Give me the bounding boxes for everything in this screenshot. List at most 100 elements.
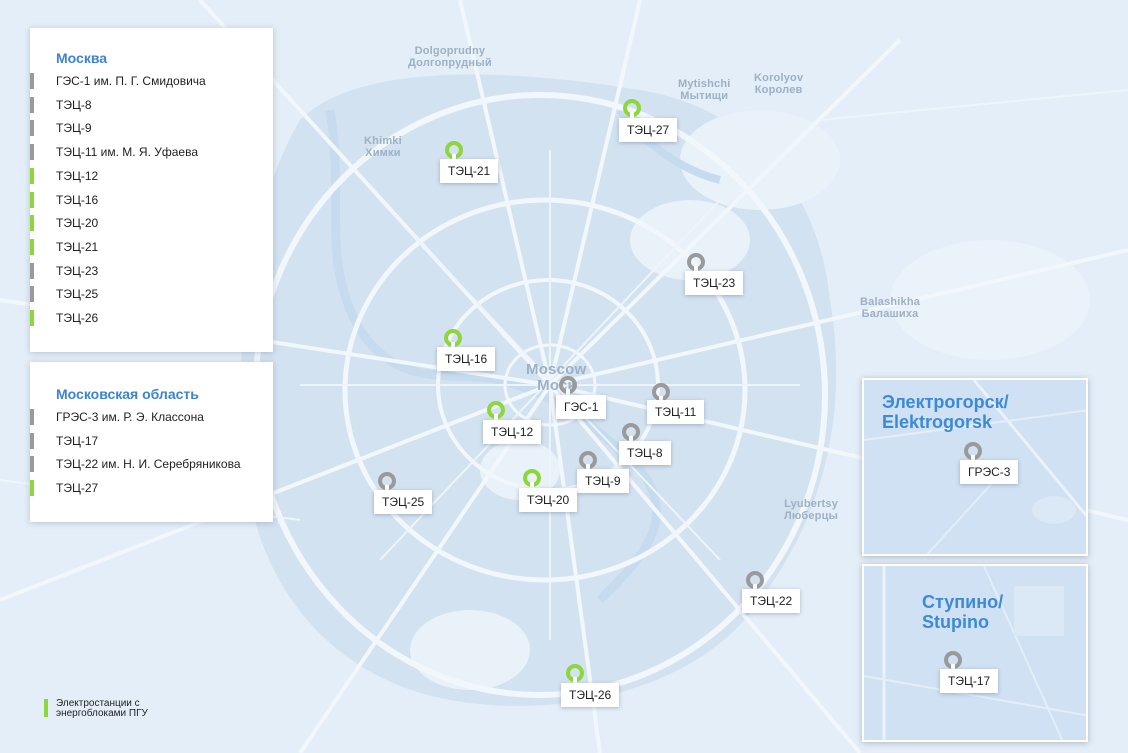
station-list-label: ГРЭС-3 им. Р. Э. Классона [56,410,204,424]
inset-elektrogorsk-title: Электрогорск/ Elektrogorsk [882,392,1009,432]
inset-station-label[interactable]: ТЭЦ-17 [940,669,999,693]
ccgt-indicator [30,191,34,208]
legend-ccgt-swatch [44,699,48,717]
power-plant-marker-icon[interactable] [943,650,963,670]
inset-title-ru: Ступино/ [922,592,1004,612]
power-plant-marker-icon[interactable] [522,468,542,488]
city-label-ru: Люберцы [784,510,839,522]
city-label-en: Balashikha [860,296,921,308]
city-label-balashikha: Balashikha Балашиха [860,296,920,320]
station-list-label: ТЭЦ-9 [56,121,92,136]
city-label-en: Khimki [364,135,402,147]
inset-title-ru: Электрогорск/ [882,392,1009,412]
city-label-lyubertsy: Lyubertsy Люберцы [784,498,838,522]
city-label-dolgoprudny: Dolgoprudny Долгопрудный [408,45,492,69]
power-plant-marker-icon[interactable] [565,663,585,683]
power-plant-marker-icon[interactable] [622,98,642,118]
station-label-tec-12[interactable]: ТЭЦ-12 [483,420,542,444]
station-indicator [30,409,34,425]
station-list-label: ТЭЦ-17 [56,433,99,448]
ccgt-indicator [30,238,34,255]
power-plant-marker-icon[interactable] [444,140,464,160]
station-list-item[interactable]: ГЭС-1 им. П. Г. Смидовича [30,71,206,91]
city-label-ru: Химки [365,147,401,159]
ccgt-indicator [30,167,34,184]
station-indicator [30,120,34,137]
station-list-item[interactable]: ТЭЦ-23 [30,261,98,281]
city-label-ru: Долгопрудный [408,57,492,69]
inset-stupino-title: Ступино/ Stupino [922,592,1003,632]
power-plant-marker-icon[interactable] [686,252,706,272]
station-indicator [30,456,34,473]
station-list-label: ТЭЦ-20 [56,216,99,231]
station-list-item[interactable]: ТЭЦ-27 [30,478,98,498]
station-list-label: ТЭЦ-25 [56,287,99,302]
power-plant-marker-icon[interactable] [558,375,578,395]
city-label-en: Lyubertsy [784,498,839,510]
station-list-label: ГЭС-1 им. П. Г. Смидовича [56,74,206,88]
station-list-label: ТЭЦ-27 [56,481,99,496]
station-label-tec-16[interactable]: ТЭЦ-16 [437,347,496,371]
inset-title-en: Elektrogorsk [882,412,993,432]
city-label-en: Korolyov [754,72,804,84]
inset-elektrogorsk[interactable]: Электрогорск/ Elektrogorsk ГРЭС-3 [862,378,1088,556]
station-list-label: ТЭЦ-23 [56,263,99,278]
station-label-tec-23[interactable]: ТЭЦ-23 [685,271,744,295]
ccgt-indicator [30,480,34,497]
city-label-ru: Балашиха [861,308,919,320]
inset-title-en: Stupino [922,612,989,632]
station-label-tec-25[interactable]: ТЭЦ-25 [374,490,433,514]
power-plant-marker-icon[interactable] [621,422,641,442]
station-list-item[interactable]: ТЭЦ-25 [30,284,98,304]
station-list-label: ТЭЦ-21 [56,239,99,254]
station-list-item[interactable]: ТЭЦ-17 [30,431,98,451]
power-plant-marker-icon[interactable] [443,328,463,348]
power-plant-marker-icon[interactable] [377,471,397,491]
panel-moscow-title: Москва [56,50,108,66]
station-list-item[interactable]: ТЭЦ-9 [30,118,92,138]
station-indicator [30,432,34,449]
station-label-tec-21[interactable]: ТЭЦ-21 [440,159,499,183]
panel-moscow: Москва ГЭС-1 им. П. Г. Смидовича ТЭЦ-8 ТЭЦ… [30,28,273,352]
city-label-mytishchi: Mytishchi Мытищи [678,78,731,102]
station-label-tec-26[interactable]: ТЭЦ-26 [561,683,620,707]
station-label-tec-8[interactable]: ТЭЦ-8 [619,441,671,465]
station-list-label: ТЭЦ-26 [56,311,99,325]
station-list-item[interactable]: ТЭЦ-8 [30,95,92,115]
power-plant-marker-icon[interactable] [745,570,765,590]
station-list-item[interactable]: ТЭЦ-20 [30,213,98,233]
power-plant-marker-icon[interactable] [651,382,671,402]
station-label-tec-11[interactable]: ТЭЦ-11 [647,400,705,424]
inset-station-label[interactable]: ГРЭС-3 [960,460,1019,484]
station-list-item[interactable]: ТЭЦ-16 [30,190,98,210]
station-indicator [30,262,34,279]
station-list-item[interactable]: ТЭЦ-22 им. Н. И. Серебряникова [30,454,241,474]
panel-region-title: Московская область [56,386,199,402]
station-list-item[interactable]: ТЭЦ-21 [30,237,98,257]
ccgt-indicator [30,310,34,326]
station-label-ges-1[interactable]: ГЭС-1 [556,395,607,419]
station-list-item[interactable]: ГРЭС-3 им. Р. Э. Классона [30,407,204,427]
power-plant-marker-icon[interactable] [578,450,598,470]
station-indicator [30,144,34,161]
city-label-korolyov: Korolyov Королев [754,72,803,96]
station-label-tec-22[interactable]: ТЭЦ-22 [742,589,801,613]
city-label-ru: Королев [754,84,803,96]
station-label-tec-27[interactable]: ТЭЦ-27 [619,118,678,142]
station-label-tec-20[interactable]: ТЭЦ-20 [519,488,578,512]
power-plant-marker-icon[interactable] [963,441,983,461]
station-indicator [30,73,34,89]
station-list-item[interactable]: ТЭЦ-26 [30,308,98,328]
station-list-label: ТЭЦ-11 им. М. Я. Уфаева [56,145,198,160]
legend-text: Электростанции с энергоблоками ПГУ [56,698,148,719]
station-indicator [30,96,34,113]
inset-stupino[interactable]: Ступино/ Stupino ТЭЦ-17 [862,564,1088,742]
city-label-ru: Мытищи [680,90,729,102]
station-label-tec-9[interactable]: ТЭЦ-9 [577,469,629,493]
station-list-item[interactable]: ТЭЦ-11 им. М. Я. Уфаева [30,142,198,162]
panel-moscow-region: Московская область ГРЭС-3 им. Р. Э. Клас… [30,362,273,522]
station-list-label: ТЭЦ-8 [56,97,92,112]
city-label-khimki: Khimki Химки [364,135,402,159]
station-list-item[interactable]: ТЭЦ-12 [30,166,98,186]
power-plant-marker-icon[interactable] [486,400,506,420]
